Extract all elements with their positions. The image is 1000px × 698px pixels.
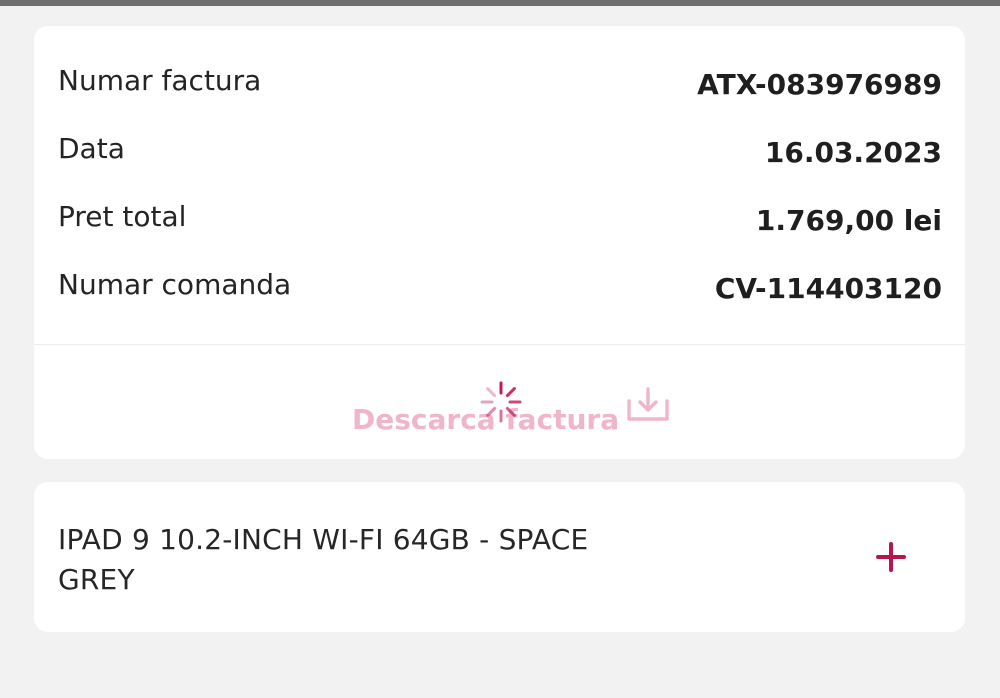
order-number-row: Numar comanda CV-114403120	[58, 268, 942, 308]
invoice-date-label: Data	[58, 132, 125, 165]
invoice-date-row: Data 16.03.2023	[58, 132, 942, 172]
top-strip	[0, 0, 1000, 6]
product-name: IPAD 9 10.2-INCH WI-FI 64GB - SPACE GREY	[58, 523, 589, 596]
plus-icon[interactable]	[874, 540, 908, 574]
product-card[interactable]: IPAD 9 10.2-INCH WI-FI 64GB - SPACE GREY	[34, 482, 965, 632]
invoice-date-value: 16.03.2023	[764, 136, 942, 169]
invoice-number-label: Numar factura	[58, 64, 262, 97]
invoice-total-value: 1.769,00 lei	[755, 204, 942, 237]
loading-spinner-icon	[480, 381, 522, 423]
invoice-total-row: Pret total 1.769,00 lei	[58, 200, 942, 240]
download-icon	[627, 387, 669, 421]
download-invoice-button[interactable]: Descarca factura	[34, 345, 965, 459]
invoice-total-label: Pret total	[58, 200, 187, 233]
order-number-value: CV-114403120	[714, 272, 942, 305]
order-number-label: Numar comanda	[58, 268, 292, 301]
invoice-details: Numar factura ATX-083976989 Data 16.03.2…	[34, 26, 965, 344]
invoice-card: Numar factura ATX-083976989 Data 16.03.2…	[34, 26, 965, 459]
invoice-number-value: ATX-083976989	[697, 68, 942, 101]
invoice-number-row: Numar factura ATX-083976989	[58, 64, 942, 104]
